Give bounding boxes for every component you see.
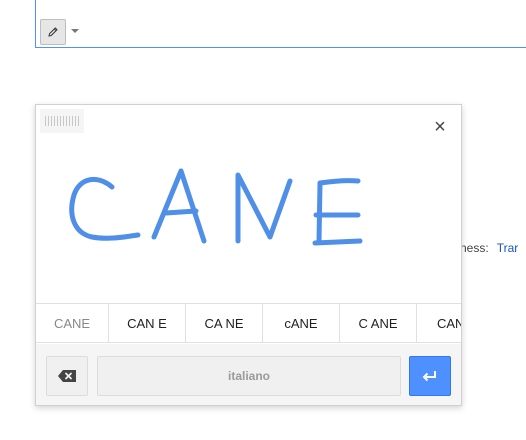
stroke-a-right (178, 168, 207, 244)
stroke-e-top (317, 178, 361, 186)
handwriting-strokes (69, 168, 363, 246)
stroke-c (69, 177, 141, 241)
candidate-item[interactable]: C ANE (340, 304, 417, 342)
background-link[interactable]: Trar (497, 241, 519, 255)
candidate-list: CANE CAN E CA NE cANE C ANE CANE (36, 303, 461, 343)
caret-down-icon[interactable] (71, 29, 79, 33)
stroke-a-bar (163, 208, 199, 216)
pencil-icon (48, 27, 58, 37)
grip-icon (45, 116, 79, 126)
language-label: italiano (227, 369, 270, 383)
candidate-item[interactable]: CAN E (109, 304, 186, 342)
handwriting-panel: × CANE CAN E CA NE cANE C ANE CANE itali… (35, 104, 462, 406)
backspace-icon (58, 370, 76, 382)
stroke-a-left (151, 168, 184, 240)
backspace-button[interactable] (46, 356, 88, 396)
language-button[interactable]: italiano (97, 356, 401, 396)
drag-handle[interactable] (40, 109, 84, 133)
handwriting-canvas[interactable] (36, 105, 461, 303)
stroke-e-bottom (312, 238, 363, 246)
input-tool-button[interactable] (40, 19, 66, 45)
bottom-bar: italiano (36, 344, 461, 405)
enter-icon (422, 371, 436, 382)
close-button[interactable]: × (430, 117, 450, 137)
background-text: ness: Trar (460, 241, 518, 255)
candidate-item[interactable]: cANE (263, 304, 340, 342)
candidate-item[interactable]: CANE (417, 304, 461, 342)
text-input-area[interactable] (35, 0, 526, 48)
candidate-item[interactable]: CANE (36, 304, 109, 342)
close-icon: × (434, 116, 446, 138)
stroke-n (235, 172, 293, 244)
stroke-e-vertical (316, 180, 323, 244)
enter-button[interactable] (409, 356, 451, 396)
background-label: ness: (460, 241, 489, 255)
candidate-item[interactable]: CA NE (186, 304, 263, 342)
